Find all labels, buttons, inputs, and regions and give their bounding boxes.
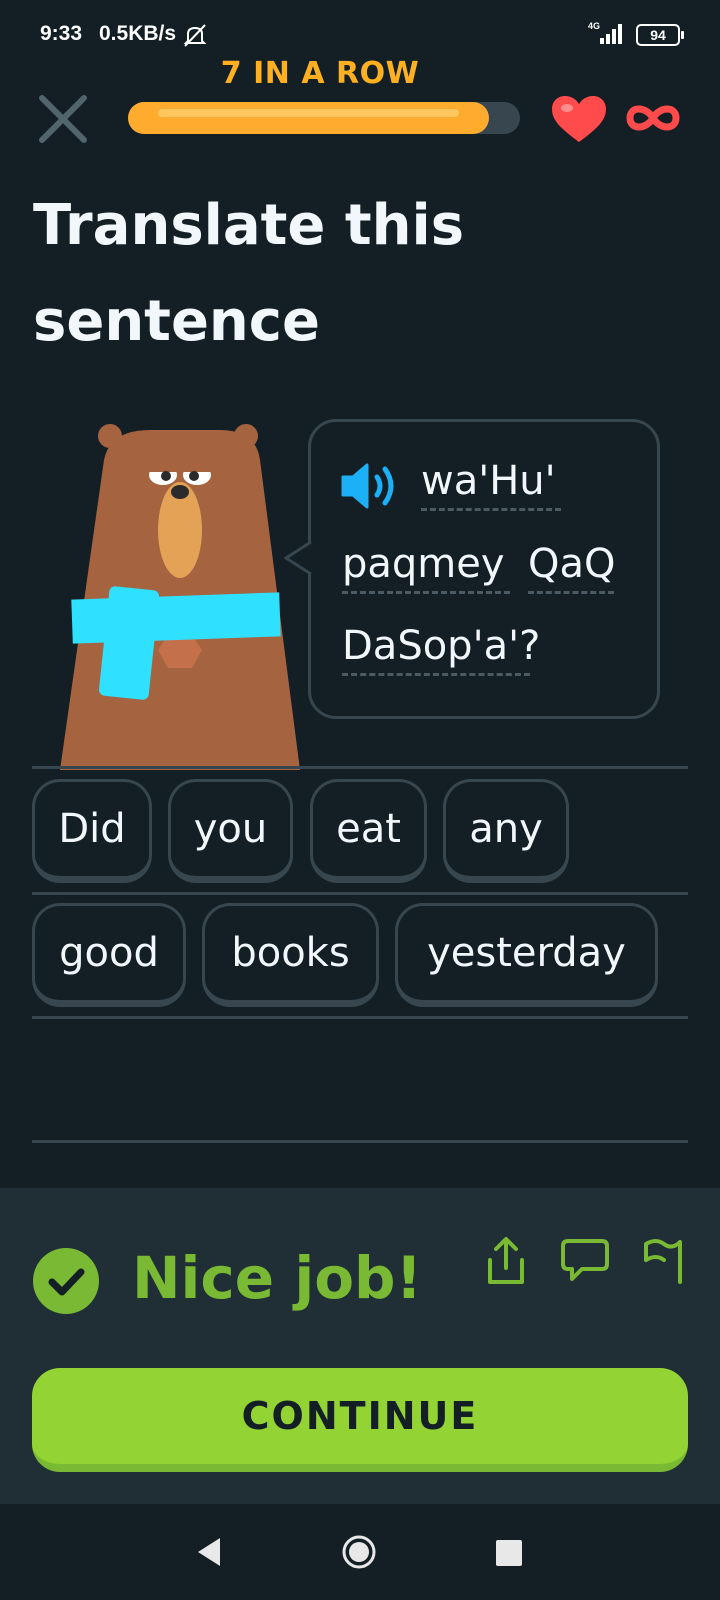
signal-icon: 4G [588,21,622,44]
sentence-token[interactable]: wa'Hu' [421,457,556,505]
continue-button[interactable]: CONTINUE [32,1368,688,1472]
bell-muted-icon [183,24,207,47]
comment-icon[interactable] [560,1238,610,1282]
answer-line [32,1140,688,1143]
word-chip-books[interactable]: books [202,903,379,1007]
sentence-token[interactable]: DaSop'a'? [342,622,540,670]
streak-label: 7 IN A ROW [220,56,420,91]
token-underline [528,591,614,594]
status-network-speed: 0.5KB/s [99,22,177,45]
bear-character-illustration [60,424,300,770]
word-chip-good[interactable]: good [32,903,186,1007]
feedback-message: Nice job! [132,1244,423,1312]
page-title: Translate this sentence [33,193,465,354]
word-chip-any[interactable]: any [443,779,569,883]
report-flag-icon[interactable] [642,1236,684,1284]
word-chip-you[interactable]: you [168,779,293,883]
answer-line [32,892,688,895]
speech-bubble-tail [284,540,312,576]
token-underline [421,508,561,511]
sentence-token[interactable]: paqmey [342,540,505,588]
token-underline [342,591,510,594]
sentence-token[interactable]: QaQ [528,540,615,588]
check-circle-icon [33,1248,99,1314]
heart-icon[interactable] [550,94,608,144]
infinity-icon: ∞ [626,105,680,131]
network-type: 4G [588,21,600,31]
share-icon[interactable] [484,1236,528,1286]
token-underline [342,673,530,676]
status-time: 9:33 [40,22,83,45]
word-chip-did[interactable]: Did [32,779,152,883]
progress-shine [158,109,459,117]
nav-recents-icon[interactable] [496,1540,522,1566]
battery-level: 94 [650,27,666,43]
word-chip-yesterday[interactable]: yesterday [395,903,658,1007]
nav-back-icon[interactable] [194,1536,224,1568]
answer-line [32,766,688,769]
word-chip-eat[interactable]: eat [310,779,427,883]
speaker-icon[interactable] [339,461,403,511]
answer-line [32,1016,688,1019]
close-icon[interactable] [36,92,90,146]
battery-icon: 94 [636,24,684,46]
lesson-progress-bar [128,102,520,134]
nav-home-icon[interactable] [341,1534,377,1570]
progress-fill [128,102,489,134]
